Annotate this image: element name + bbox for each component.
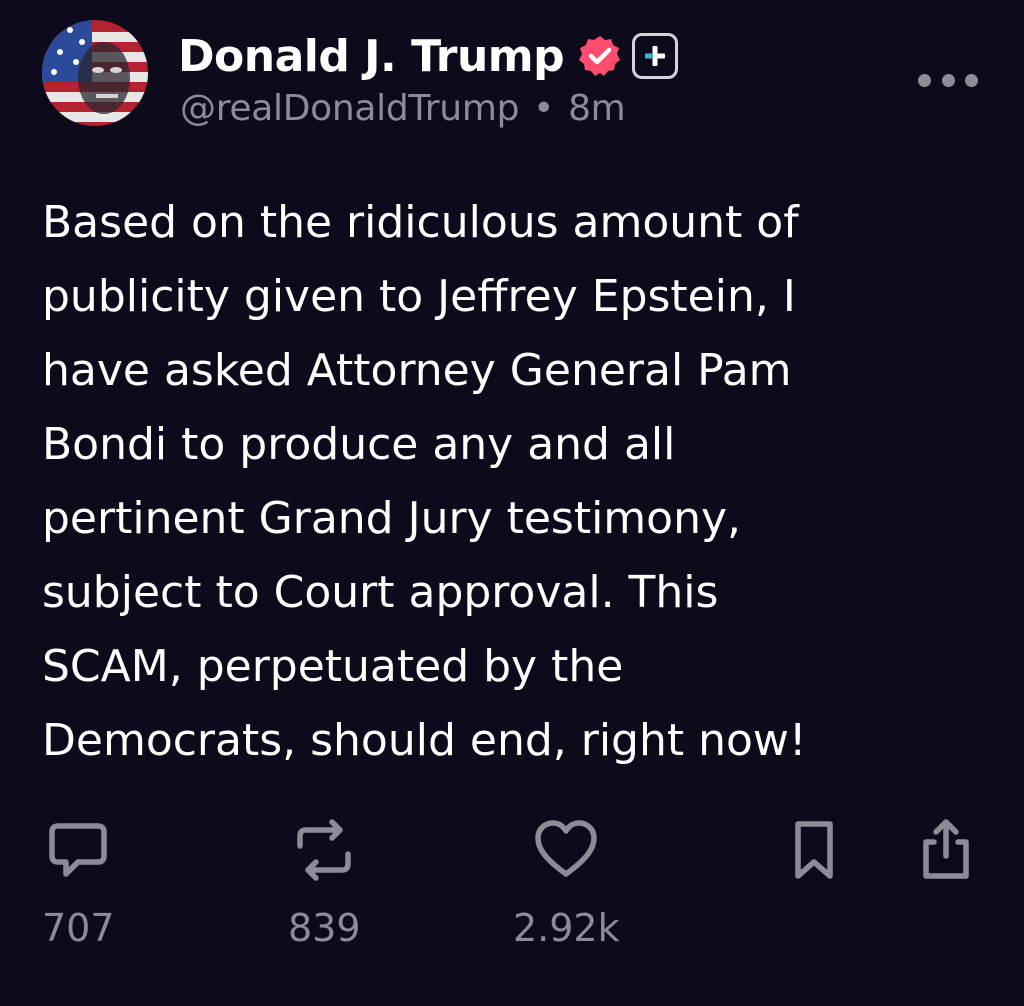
post-body-line: have asked Attorney General Pam xyxy=(42,345,792,396)
reply-button[interactable]: 707 xyxy=(42,816,115,950)
plus-badge-icon[interactable] xyxy=(632,33,679,79)
like-count: 2.92k xyxy=(513,906,620,950)
avatar-image xyxy=(42,20,148,126)
heart-icon xyxy=(532,816,600,884)
post-body-line: subject to Court approval. This xyxy=(42,567,719,618)
post-body-line: Democrats, should end, right now! xyxy=(42,715,807,766)
share-button[interactable] xyxy=(912,816,980,884)
author-meta-row: @realDonaldTrump • 8m xyxy=(180,88,626,129)
more-dot xyxy=(918,73,931,87)
post-body-line: publicity given to Jeffrey Epstein, I xyxy=(42,271,796,322)
bookmark-icon xyxy=(780,816,848,884)
author-handle[interactable]: @realDonaldTrump xyxy=(180,88,519,129)
post-body-line: pertinent Grand Jury testimony, xyxy=(42,493,741,544)
share-icon xyxy=(912,816,980,884)
author-name-row: Donald J. Trump xyxy=(178,26,679,86)
reply-count: 707 xyxy=(42,906,115,950)
post-body-line: SCAM, perpetuated by the xyxy=(42,641,624,692)
meta-separator: • xyxy=(533,88,555,129)
more-dot xyxy=(941,73,955,87)
more-dot xyxy=(965,73,978,87)
like-button[interactable]: 2.92k xyxy=(513,816,620,950)
avatar[interactable] xyxy=(42,20,148,126)
post-card: Donald J. Trump @realDonaldTrump • 8m Ba… xyxy=(0,0,1024,1006)
author-display-name[interactable]: Donald J. Trump xyxy=(178,31,565,82)
post-timestamp[interactable]: 8m xyxy=(568,88,626,129)
post-body-line: Based on the ridiculous amount of xyxy=(42,197,799,248)
repost-button[interactable]: 839 xyxy=(288,816,361,950)
repost-count: 839 xyxy=(288,906,361,950)
post-body: Based on the ridiculous amount of public… xyxy=(42,186,992,778)
more-options-icon[interactable] xyxy=(918,62,978,98)
repost-icon xyxy=(290,816,358,884)
comment-icon xyxy=(44,816,112,884)
bookmark-button[interactable] xyxy=(780,816,848,884)
verified-badge-icon xyxy=(578,34,622,78)
post-body-line: Bondi to produce any and all xyxy=(42,419,676,470)
